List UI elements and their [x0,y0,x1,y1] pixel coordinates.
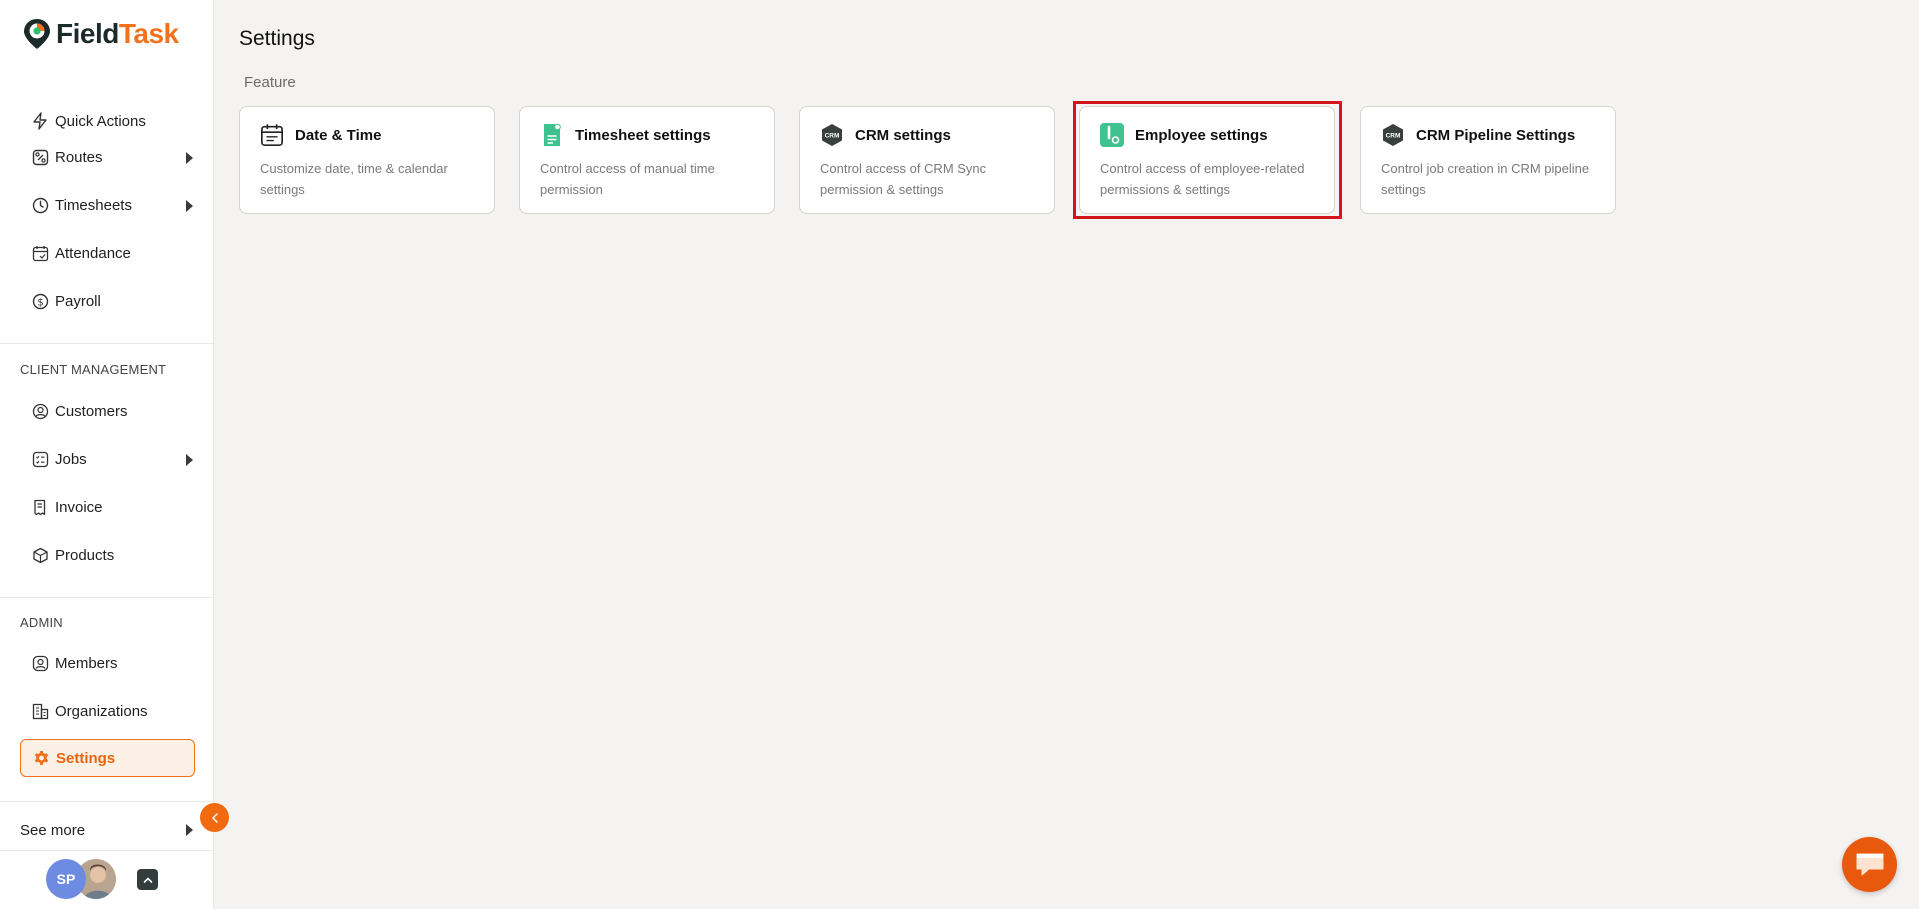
card-description: Customize date, time & calendar settings [260,161,448,197]
sidebar-item-label: Timesheets [55,196,132,214]
card-title: CRM Pipeline Settings [1416,127,1576,144]
section-label-feature: Feature [244,74,296,91]
user-row: SP [0,850,214,909]
crm-hexagon-icon: CRM [1381,123,1405,147]
sidebar-item-members[interactable]: Members [20,645,195,681]
svg-text:CRM: CRM [1386,132,1401,139]
logo[interactable]: FieldTask [22,17,179,51]
sidebar-item-routes[interactable]: Routes [20,139,195,175]
chat-support-button[interactable] [1842,837,1897,892]
gear-icon [32,749,50,767]
box-icon [31,546,49,564]
sidebar: FieldTask Quick Actions Routes Timesheet… [0,0,214,909]
chevron-up-icon [143,876,152,883]
card-timesheet-settings[interactable]: Timesheet settings Control access of man… [519,106,775,214]
sidebar-item-label: Settings [56,749,116,767]
checklist-icon [31,450,49,468]
calendar-check-icon [31,244,49,262]
user-circle-icon [31,402,49,420]
logo-text-task: Task [118,18,179,49]
sidebar-item-customers[interactable]: Customers [20,393,195,429]
sidebar-item-timesheets[interactable]: Timesheets [20,187,195,223]
expand-up-button[interactable] [137,869,158,890]
sidebar-item-organizations[interactable]: Organizations [20,693,195,729]
timesheet-document-icon [540,123,564,147]
card-description: Control access of employee-related permi… [1100,161,1305,197]
dollar-coin-icon: $ [31,292,49,310]
calendar-icon [260,123,284,147]
card-title: Employee settings [1135,127,1268,144]
sidebar-item-label: Routes [55,148,103,166]
card-crm-pipeline-settings[interactable]: CRM CRM Pipeline Settings Control job cr… [1360,106,1616,214]
sidebar-item-label: Customers [55,402,128,420]
svg-text:CRM: CRM [825,132,840,139]
svg-text:$: $ [37,297,43,308]
sidebar-item-quick-actions[interactable]: Quick Actions [20,103,195,139]
chat-bubble-icon [1856,853,1883,875]
receipt-icon [31,498,49,516]
sidebar-item-payroll[interactable]: $ Payroll [20,283,195,319]
sidebar-divider [0,597,214,598]
building-icon [31,702,49,720]
logo-text-field: Field [56,18,119,49]
sidebar-item-settings[interactable]: Settings [20,739,195,777]
caret-right-icon [186,152,193,164]
card-date-time[interactable]: Date & Time Customize date, time & calen… [239,106,495,214]
see-more-toggle[interactable]: See more [20,820,195,840]
card-description: Control job creation in CRM pipeline set… [1381,161,1590,197]
card-description: Control access of CRM Sync permission & … [820,161,987,197]
card-title: Timesheet settings [575,127,711,144]
card-crm-settings[interactable]: CRM CRM settings Control access of CRM S… [799,106,1055,214]
employee-badge-icon [1100,123,1124,147]
sidebar-item-label: Payroll [55,292,101,310]
card-description: Control access of manual time permission [540,161,715,197]
page-title: Settings [239,27,315,50]
card-employee-settings[interactable]: Employee settings Control access of empl… [1079,106,1335,214]
sidebar-divider [0,801,214,802]
card-title: Date & Time [295,127,382,144]
sidebar-item-label: Jobs [55,450,87,468]
avatar-initials[interactable]: SP [46,859,86,899]
caret-right-icon [186,454,193,466]
sidebar-item-products[interactable]: Products [20,537,195,573]
collapse-sidebar-button[interactable] [200,803,229,832]
sidebar-item-label: Quick Actions [55,112,146,130]
section-title-client-management: CLIENT MANAGEMENT [20,362,167,377]
sidebar-divider [0,343,214,344]
see-more-label: See more [20,821,86,839]
card-title: CRM settings [855,127,951,144]
section-title-admin: ADMIN [20,615,63,630]
sidebar-item-invoice[interactable]: Invoice [20,489,195,525]
sidebar-item-label: Members [55,654,118,672]
sidebar-item-label: Products [55,546,115,564]
sidebar-item-label: Invoice [55,498,103,516]
crm-hexagon-icon: CRM [820,123,844,147]
caret-right-icon [186,824,193,836]
bolt-icon [31,112,49,130]
clock-icon [31,196,49,214]
map-pin-logo-icon [24,19,50,49]
sidebar-item-jobs[interactable]: Jobs [20,441,195,477]
chevron-left-icon [211,812,218,823]
route-icon [31,148,49,166]
sidebar-item-label: Attendance [55,244,131,262]
caret-right-icon [186,200,193,212]
user-square-icon [31,654,49,672]
sidebar-item-attendance[interactable]: Attendance [20,235,195,271]
sidebar-item-label: Organizations [55,702,148,720]
